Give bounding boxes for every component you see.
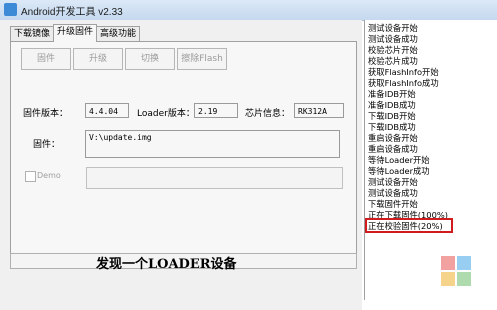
window-title: Android开发工具 v2.33 xyxy=(21,7,123,18)
tab-upgrade-firmware[interactable]: 升级固件 xyxy=(53,24,98,42)
switch-button[interactable]: 切换 xyxy=(125,48,175,70)
title-bar: Android开发工具 v2.33 xyxy=(0,0,497,21)
app-icon xyxy=(4,3,17,16)
log-line: 重启设备开始 xyxy=(368,133,418,143)
log-line: 获取FlashInfo成功 xyxy=(368,78,439,88)
log-line: 等待Loader成功 xyxy=(368,166,430,176)
loader-version-label: Loader版本： xyxy=(137,109,195,119)
chip-info-field: RK312A xyxy=(294,103,344,118)
log-line: 等待Loader开始 xyxy=(368,155,430,165)
demo-field xyxy=(86,167,343,189)
firmware-path-field[interactable]: V:\update.img xyxy=(85,130,340,158)
firmware-button[interactable]: 固件 xyxy=(21,48,71,70)
upgrade-button[interactable]: 升级 xyxy=(73,48,123,70)
log-line: 校验芯片成功 xyxy=(368,56,418,66)
log-line: 准备IDB开始 xyxy=(368,89,416,99)
log-line: 测试设备开始 xyxy=(368,177,418,187)
demo-label: Demo xyxy=(37,171,61,180)
firmware-version-field: 4.4.04 xyxy=(85,103,129,118)
log-line: 准备IDB成功 xyxy=(368,100,416,110)
log-line: 测试设备成功 xyxy=(368,188,418,198)
tab-advanced[interactable]: 高级功能 xyxy=(96,26,141,41)
log-line: 测试设备成功 xyxy=(368,34,418,44)
erase-flash-button[interactable]: 擦除Flash xyxy=(177,48,227,70)
upgrade-panel: 固件 升级 切换 擦除Flash 固件版本： 4.4.04 Loader版本： … xyxy=(10,41,357,260)
main-panel: 下载镜像 升级固件 高级功能 固件 升级 切换 擦除Flash 固件版本： 4.… xyxy=(0,20,362,310)
loader-version-field: 2.19 xyxy=(194,103,238,118)
status-message: 发现一个LOADER设备 xyxy=(96,257,237,272)
log-line: 获取FlashInfo开始 xyxy=(368,67,439,77)
firmware-path-label: 固件： xyxy=(33,140,61,150)
log-line: 下载固件开始 xyxy=(368,199,418,209)
chip-info-label: 芯片信息： xyxy=(245,109,291,119)
firmware-version-label: 固件版本： xyxy=(23,109,69,119)
log-line: 测试设备开始 xyxy=(368,23,418,33)
log-line: 下载IDB成功 xyxy=(368,122,416,132)
demo-checkbox[interactable] xyxy=(25,171,36,182)
log-line: 校验芯片开始 xyxy=(368,45,418,55)
log-line: 重启设备成功 xyxy=(368,144,418,154)
log-line: 下载IDB开始 xyxy=(368,111,416,121)
tab-download-image[interactable]: 下载镜像 xyxy=(10,26,55,41)
watermark-logo xyxy=(441,256,471,286)
